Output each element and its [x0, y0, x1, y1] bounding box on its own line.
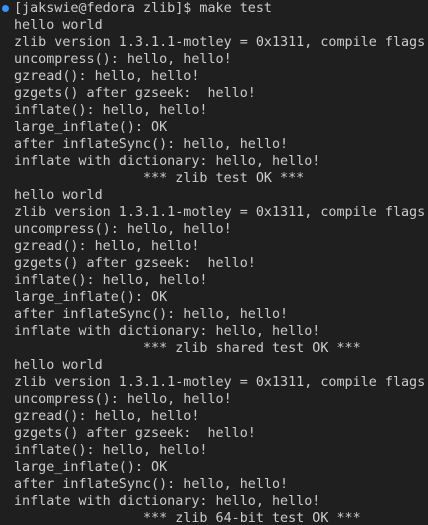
output-line: uncompress(): hello, hello! — [14, 52, 232, 67]
output-line: inflate with dictionary: hello, hello! — [14, 494, 321, 509]
terminal-panel[interactable]: [jakswie@fedora zlib]$ make test hello w… — [0, 0, 428, 525]
output-line: uncompress(): hello, hello! — [14, 392, 232, 407]
output-line: large_inflate(): OK — [14, 460, 168, 475]
output-line: inflate(): hello, hello! — [14, 273, 208, 288]
output-line: inflate with dictionary: hello, hello! — [14, 324, 321, 339]
output-line: zlib version 1.3.1.1-motley = 0x1311, co… — [14, 375, 426, 390]
output-line: zlib version 1.3.1.1-motley = 0x1311, co… — [14, 205, 426, 220]
output-line: inflate(): hello, hello! — [14, 443, 208, 458]
output-line: large_inflate(): OK — [14, 120, 168, 135]
output-line: hello world — [14, 18, 103, 33]
command-status-dot-icon[interactable] — [2, 5, 9, 12]
output-line: uncompress(): hello, hello! — [14, 222, 232, 237]
output-line: after inflateSync(): hello, hello! — [14, 137, 289, 152]
output-line: gzread(): hello, hello! — [14, 409, 200, 424]
output-line: gzgets() after gzseek: hello! — [14, 426, 256, 441]
output-line: hello world — [14, 358, 103, 373]
output-line: hello world — [14, 188, 103, 203]
output-line: gzread(): hello, hello! — [14, 239, 200, 254]
test-result-line: *** zlib test OK *** — [14, 171, 305, 186]
output-line: gzgets() after gzseek: hello! — [14, 86, 256, 101]
output-line: gzread(): hello, hello! — [14, 69, 200, 84]
output-line: after inflateSync(): hello, hello! — [14, 307, 289, 322]
output-line: large_inflate(): OK — [14, 290, 168, 305]
output-line: inflate with dictionary: hello, hello! — [14, 154, 321, 169]
output-line: gzgets() after gzseek: hello! — [14, 256, 256, 271]
command-prompt-line: [jakswie@fedora zlib]$ make test — [14, 1, 272, 16]
output-line: after inflateSync(): hello, hello! — [14, 477, 289, 492]
test-result-line: *** zlib shared test OK *** — [14, 341, 361, 356]
output-line: inflate(): hello, hello! — [14, 103, 208, 118]
output-line: zlib version 1.3.1.1-motley = 0x1311, co… — [14, 35, 426, 50]
test-result-line: *** zlib 64-bit test OK *** — [14, 511, 361, 525]
